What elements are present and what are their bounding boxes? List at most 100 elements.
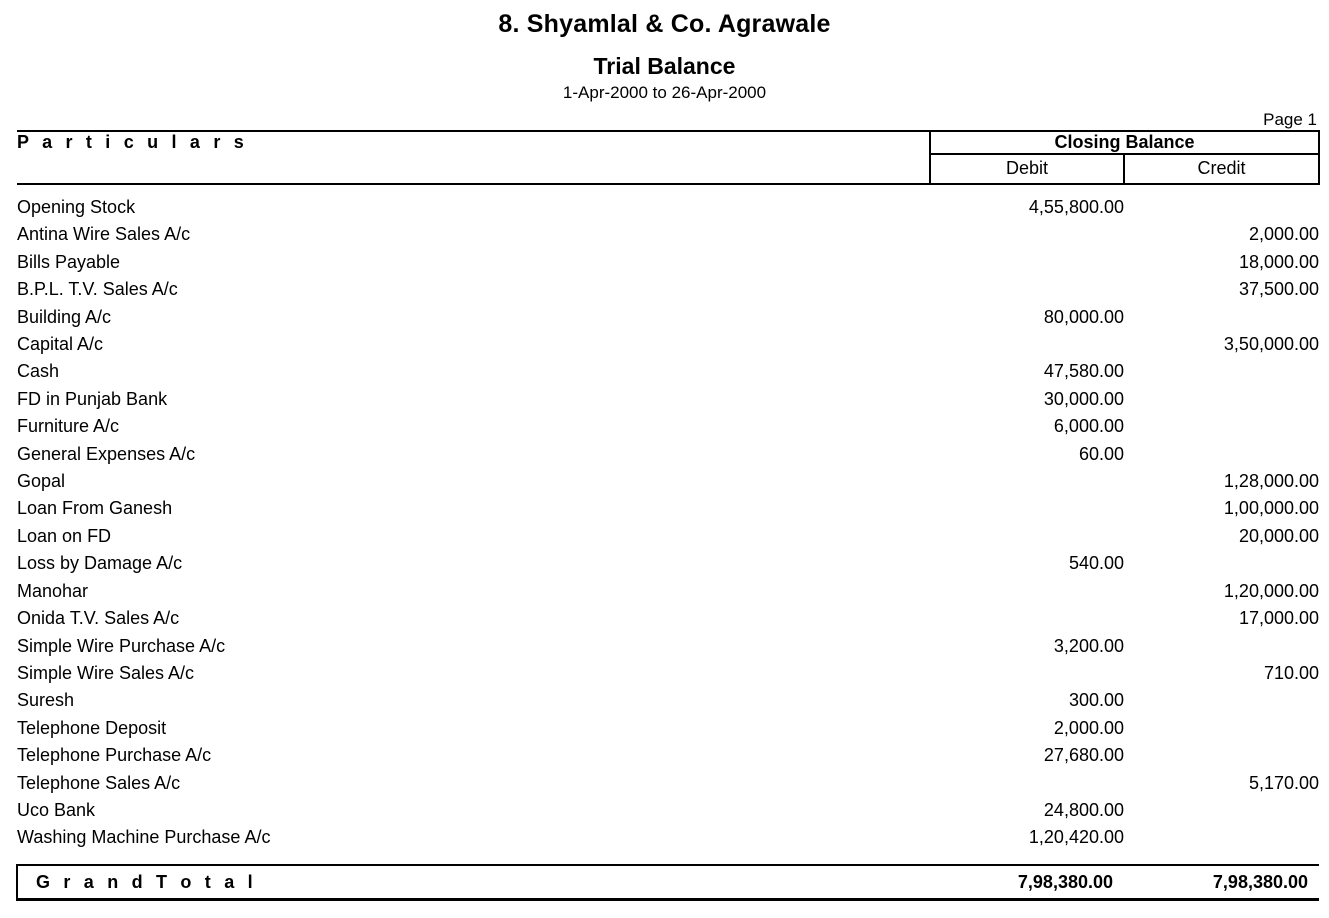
cell-credit [1124,441,1319,468]
cell-debit: 24,800.00 [1043,799,1124,820]
table-row: Building A/c 80,000.00 [17,304,1319,331]
table-row: Telephone Deposit 2,000.00 [17,715,1319,742]
cell-particular: Onida T.V. Sales A/c [17,608,180,629]
cell-credit [1124,824,1319,851]
trial-balance-page: 8. Shyamlal & Co. Agrawale Trial Balance… [0,0,1329,918]
trial-balance-table-wrapper: P a r t i c u l a r s Closing Balance De… [16,130,1321,901]
table-row: Antina Wire Sales A/c 2,000.00 [17,221,1319,248]
table-row: Manohar 1,20,000.00 [17,578,1319,605]
cell-debit: 3,200.00 [1053,635,1124,656]
cell-credit [1124,304,1319,331]
cell-debit: 6,000.00 [1053,416,1124,437]
table-footer: G r a n d T o t a l 7,98,380.00 7,98,380… [16,852,1320,901]
table-row: Loan From Ganesh 1,00,000.00 [17,495,1319,522]
cell-debit [930,578,1124,605]
column-header-particulars: P a r t i c u l a r s [17,130,930,185]
cell-particular: Loan From Ganesh [17,498,173,519]
cell-particular: Telephone Purchase A/c [17,745,212,766]
cell-particular: B.P.L. T.V. Sales A/c [17,279,178,300]
cell-debit [930,523,1124,550]
trial-balance-table: P a r t i c u l a r s Closing Balance De… [16,130,1321,901]
cell-debit: 60.00 [1078,443,1124,464]
cell-particular: Loan on FD [17,525,112,546]
cell-debit [930,468,1124,495]
cell-debit: 2,000.00 [1053,717,1124,738]
cell-credit: 710.00 [1263,662,1320,683]
cell-debit: 47,580.00 [1043,361,1124,382]
cell-debit [930,605,1124,632]
page-number: Page 1 [1263,110,1317,129]
table-row: Telephone Purchase A/c 27,680.00 [17,742,1319,769]
cell-credit [1124,413,1319,440]
cell-particular: Cash [17,361,60,382]
table-row: FD in Punjab Bank 30,000.00 [17,386,1319,413]
table-row: Suresh 300.00 [17,687,1319,714]
table-row: Washing Machine Purchase A/c 1,20,420.00 [17,824,1319,851]
cell-debit [930,660,1124,687]
cell-debit: 27,680.00 [1043,745,1124,766]
table-header: P a r t i c u l a r s Closing Balance De… [17,130,1321,185]
cell-debit: 300.00 [1068,690,1124,711]
cell-particular: Capital A/c [17,334,104,355]
cell-credit [1124,797,1319,824]
cell-particular: Suresh [17,690,75,711]
cell-particular: Antina Wire Sales A/c [17,224,191,245]
cell-debit: 30,000.00 [1043,388,1124,409]
cell-debit [930,249,1124,276]
report-header: 8. Shyamlal & Co. Agrawale Trial Balance… [0,0,1329,103]
cell-particular: Bills Payable [17,251,121,272]
cell-debit [930,495,1124,522]
table-row: General Expenses A/c 60.00 [17,441,1319,468]
table-row: Cash 47,580.00 [17,358,1319,385]
cell-particular: Furniture A/c [17,416,120,437]
cell-credit: 18,000.00 [1238,251,1320,272]
grand-total-debit: 7,98,380.00 [930,863,1124,901]
cell-credit [1124,550,1319,577]
table-body: Opening Stock 4,55,800.00 Antina Wire Sale… [17,184,1319,852]
cell-debit [930,770,1124,797]
cell-debit: 1,20,420.00 [1028,827,1124,848]
table-row: Uco Bank 24,800.00 [17,797,1319,824]
cell-credit: 3,50,000.00 [1223,334,1320,355]
cell-particular: Manohar [17,580,89,601]
cell-particular: FD in Punjab Bank [17,388,168,409]
footer-spacer [17,852,1319,865]
grand-total-row: G r a n d T o t a l 7,98,380.00 7,98,380… [16,863,1320,901]
cell-credit: 2,000.00 [1248,224,1320,245]
cell-particular: Loss by Damage A/c [17,553,183,574]
column-header-debit: Debit [929,154,1125,185]
cell-credit [1124,633,1319,660]
table-row: Capital A/c 3,50,000.00 [17,331,1319,358]
cell-debit: 540.00 [1068,553,1124,574]
cell-debit: 80,000.00 [1043,306,1124,327]
report-title: Trial Balance [593,53,736,79]
table-row: Onida T.V. Sales A/c 17,000.00 [17,605,1319,632]
grand-total-label: G r a n d T o t a l [16,863,930,901]
cell-debit [930,331,1124,358]
cell-credit [1124,687,1319,714]
table-row: Telephone Sales A/c 5,170.00 [17,770,1319,797]
cell-credit [1124,742,1319,769]
table-row: Loan on FD 20,000.00 [17,523,1319,550]
cell-credit: 5,170.00 [1248,772,1320,793]
cell-particular: Uco Bank [17,799,96,820]
cell-debit: 4,55,800.00 [1028,197,1124,217]
cell-credit [1124,358,1319,385]
body-spacer [17,184,1319,194]
table-row: Gopal 1,28,000.00 [17,468,1319,495]
table-row: Simple Wire Sales A/c 710.00 [17,660,1319,687]
cell-particular: Telephone Sales A/c [17,772,181,793]
cell-particular: Simple Wire Purchase A/c [17,635,226,656]
table-row: Bills Payable 18,000.00 [17,249,1319,276]
cell-credit [1124,386,1319,413]
cell-credit: 1,20,000.00 [1223,580,1320,601]
cell-particular: Washing Machine Purchase A/c [17,827,271,848]
cell-credit: 20,000.00 [1238,525,1320,546]
company-name: 8. Shyamlal & Co. Agrawale [498,10,831,38]
cell-particular: Building A/c [17,306,112,327]
cell-credit [1124,715,1319,742]
cell-credit: 1,28,000.00 [1223,471,1320,492]
cell-credit: 17,000.00 [1238,608,1320,629]
cell-debit [930,221,1124,248]
cell-particular: Opening Stock [17,197,136,217]
